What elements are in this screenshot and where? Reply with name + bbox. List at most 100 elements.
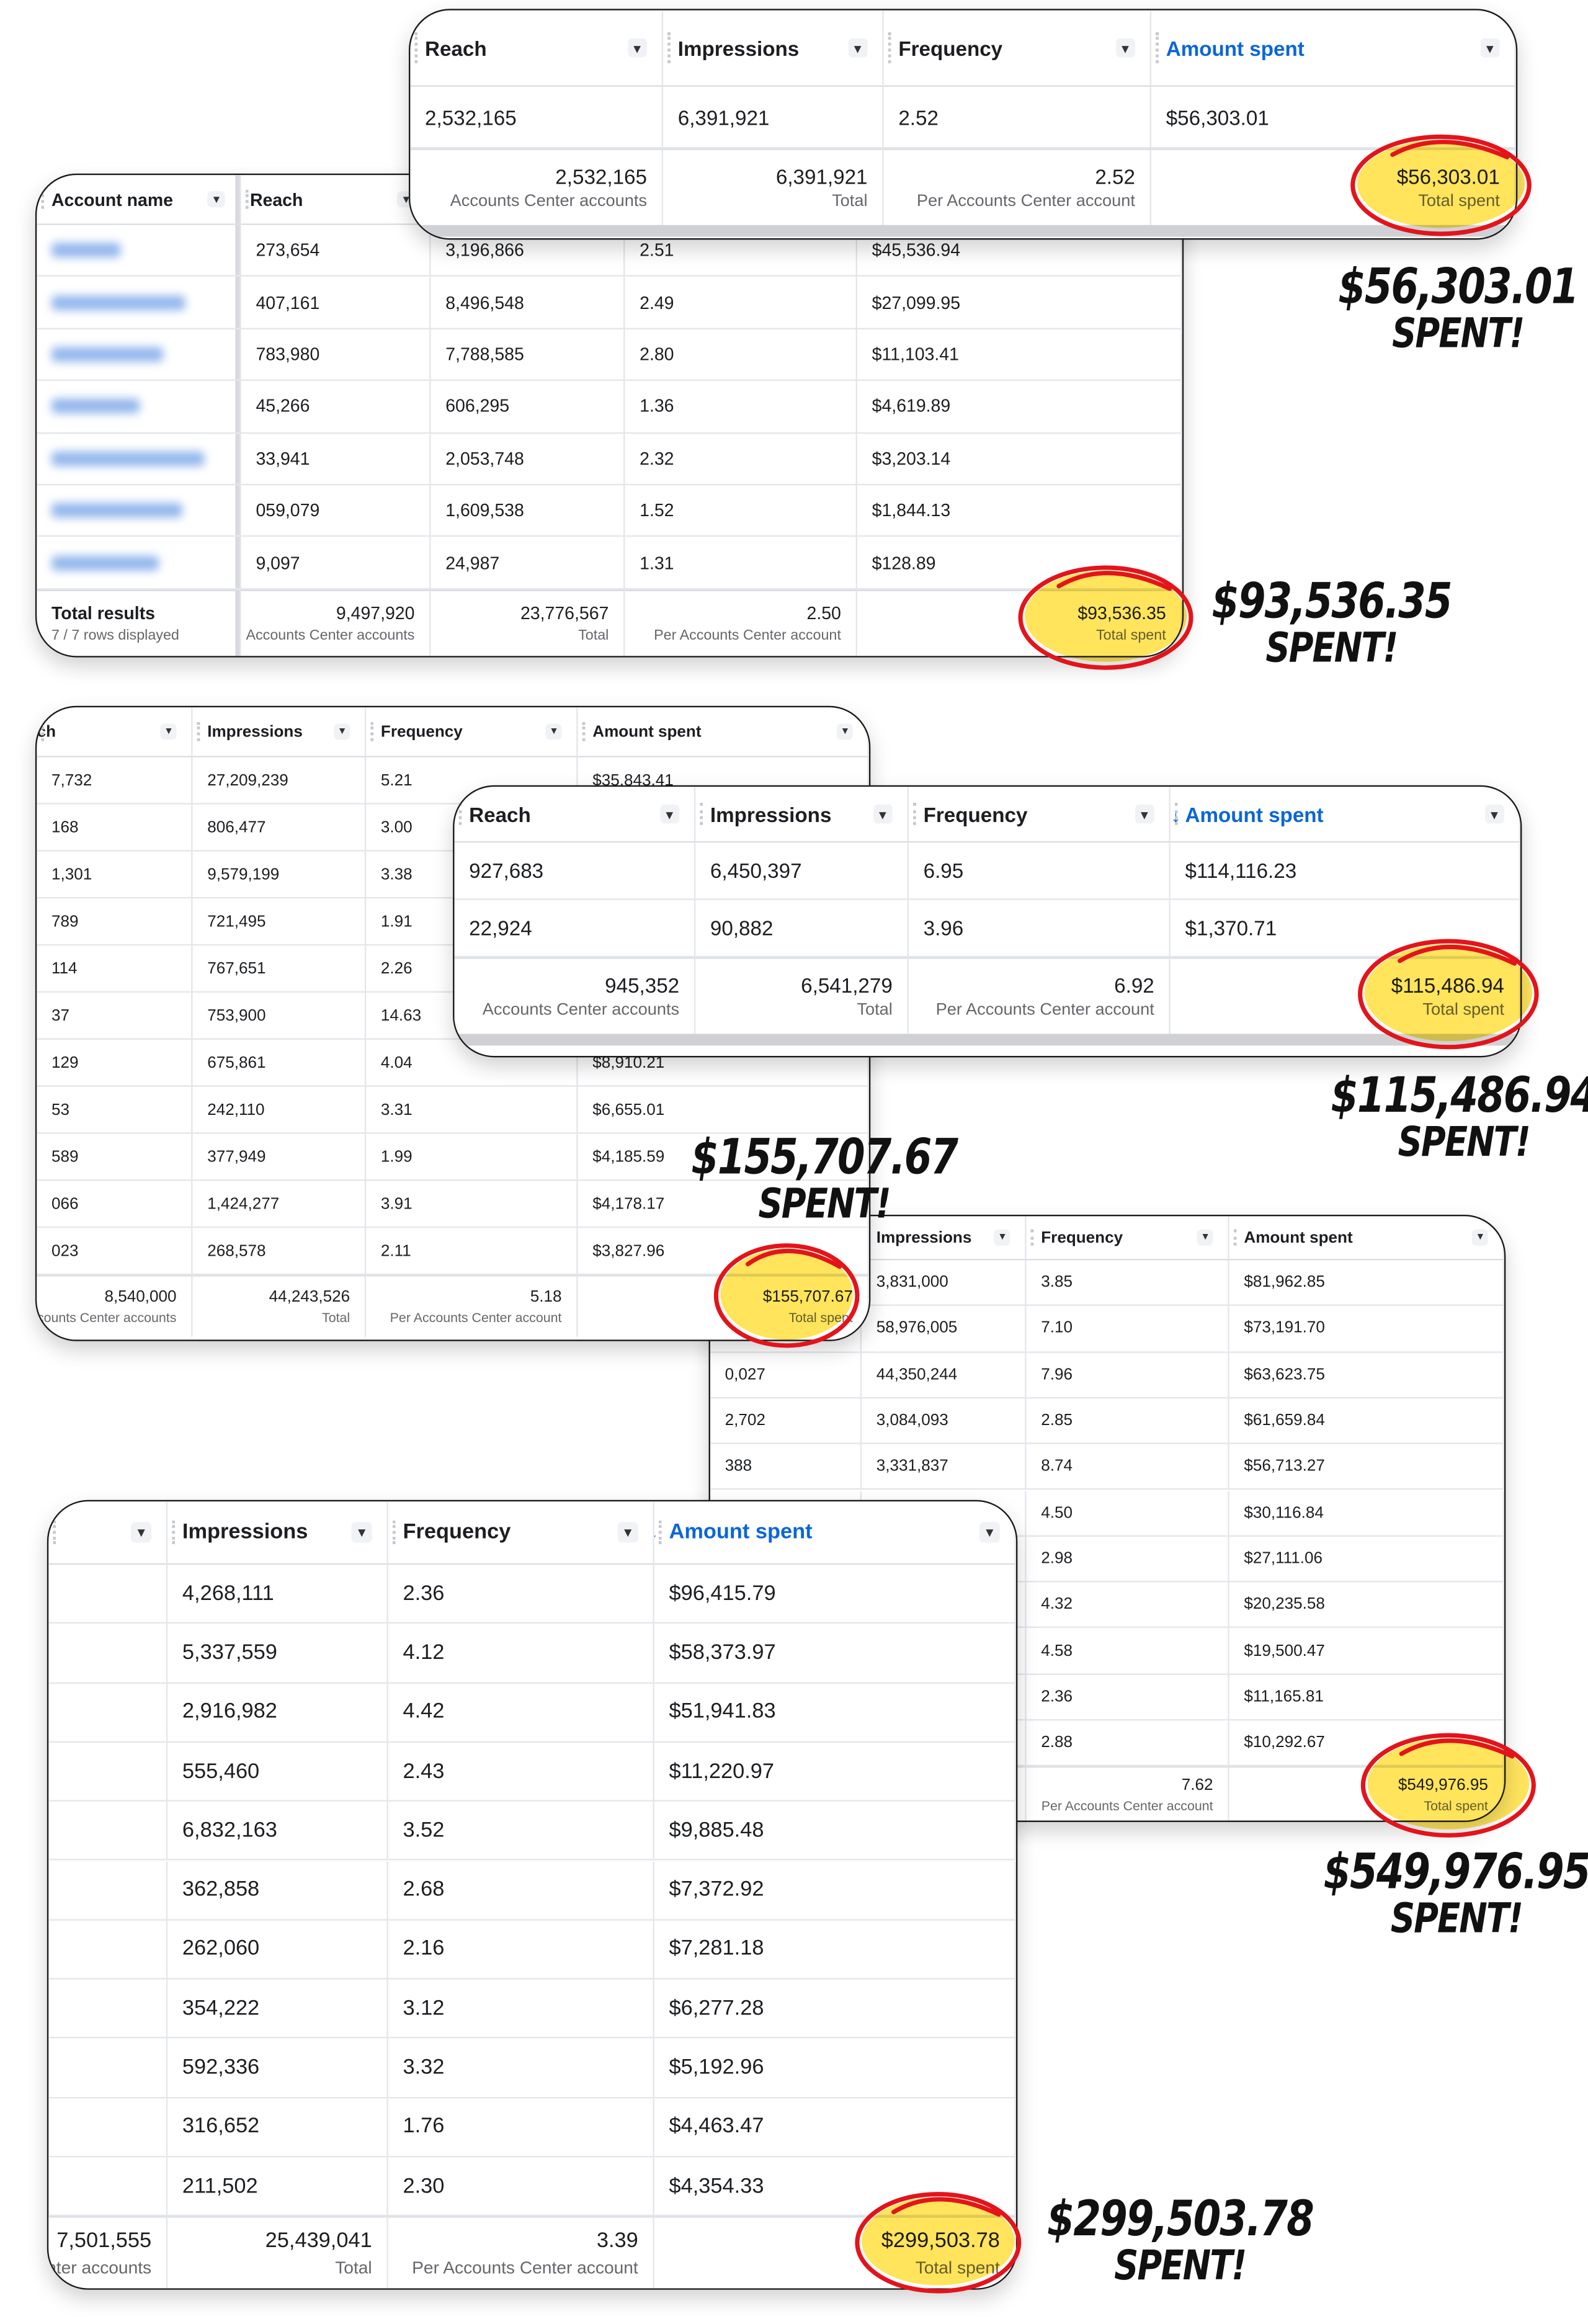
column-resize-handle[interactable]	[458, 803, 462, 825]
account-name-link-redacted[interactable]	[37, 381, 241, 434]
column-header[interactable]: Frequency ▼	[388, 1501, 654, 1565]
caret-down-icon[interactable]: ▼	[1134, 804, 1154, 824]
summary-value: $549,976.95	[1398, 1776, 1488, 1794]
table-cell: 1,301	[37, 851, 193, 899]
table-cell: 6.95	[908, 842, 1171, 900]
table-cell: $27,099.95	[857, 277, 1182, 329]
account-name-link-redacted[interactable]	[37, 433, 241, 486]
column-resize-handle[interactable]	[172, 1520, 176, 1545]
column-resize-handle[interactable]	[41, 189, 45, 209]
caret-down-icon[interactable]: ▼	[837, 723, 853, 740]
column-header[interactable]: Amount spent↓▼	[1170, 787, 1520, 843]
cell-value: 407,161	[256, 292, 320, 313]
cell-value: $1,844.13	[872, 500, 951, 521]
summary-cell: 2.52 Per Accounts Center account	[883, 148, 1152, 225]
account-name-link-redacted[interactable]	[37, 485, 241, 538]
column-resize-handle[interactable]	[245, 189, 249, 209]
column-header[interactable]: Frequency ▼	[1026, 1216, 1229, 1261]
caret-down-icon[interactable]: ▼	[131, 1522, 152, 1543]
table-cell: 2.16	[388, 1920, 654, 1980]
caret-down-icon[interactable]: ▼	[1479, 38, 1500, 58]
column-resize-handle[interactable]	[667, 32, 671, 63]
cell-value: 2.36	[1041, 1687, 1073, 1706]
column-resize-handle[interactable]	[700, 803, 703, 825]
column-resize-handle[interactable]	[658, 1520, 662, 1545]
caret-down-icon[interactable]: ▼	[1472, 1230, 1488, 1246]
column-resize-handle[interactable]	[1030, 1228, 1034, 1246]
column-resize-handle[interactable]	[41, 722, 45, 741]
column-header[interactable]: ▼	[48, 1501, 168, 1565]
cell-value: 5.21	[380, 771, 413, 789]
column-header-label: Frequency	[380, 723, 463, 741]
caret-down-icon[interactable]: ▼	[351, 1522, 372, 1543]
column-header[interactable]: Reach▼	[410, 10, 664, 87]
account-name-link-redacted[interactable]	[37, 537, 241, 590]
column-header[interactable]: Impressions ▼	[663, 10, 884, 87]
column-resize-handle[interactable]	[53, 1520, 56, 1545]
caret-down-icon[interactable]: ▼	[208, 190, 225, 208]
cell-value: $4,619.89	[872, 396, 951, 417]
cell-value: 168	[51, 818, 79, 836]
column-header[interactable]: Amount spent ▼	[578, 707, 869, 758]
cell-value: 2.32	[640, 448, 674, 469]
summary-label: Total	[578, 627, 609, 644]
caret-down-icon[interactable]: ▼	[979, 1522, 1000, 1543]
horizontal-scrollbar[interactable]	[410, 225, 1516, 237]
horizontal-scrollbar[interactable]	[454, 1034, 1520, 1046]
caret-down-icon[interactable]: ▼	[659, 804, 680, 824]
summary-cell: $56,303.01 Total spent	[1151, 148, 1516, 225]
cell-value: 6,391,921	[677, 105, 770, 129]
column-header[interactable]: Amount spent↓▼	[1151, 10, 1516, 87]
cell-value: 1,424,277	[207, 1194, 280, 1213]
column-resize-handle[interactable]	[582, 722, 586, 741]
cell-value: 2.88	[1041, 1734, 1073, 1752]
column-header[interactable]: Impressions ▼	[192, 707, 367, 758]
caret-down-icon[interactable]: ▼	[1115, 38, 1135, 58]
table-cell: $11,165.81	[1229, 1674, 1504, 1721]
account-name-link-redacted[interactable]	[37, 277, 241, 329]
caret-down-icon[interactable]: ▼	[994, 1230, 1010, 1246]
column-resize-handle[interactable]	[392, 1520, 396, 1545]
caret-down-icon[interactable]: ▼	[1197, 1230, 1213, 1246]
column-resize-handle[interactable]	[888, 32, 891, 63]
column-resize-handle[interactable]	[1174, 803, 1178, 825]
column-header[interactable]: Account name ▼	[37, 175, 241, 225]
caret-down-icon[interactable]: ▼	[1484, 804, 1504, 824]
column-resize-handle[interactable]	[1156, 32, 1159, 63]
caret-down-icon[interactable]: ▼	[872, 804, 893, 824]
caret-down-icon[interactable]: ▼	[334, 723, 350, 740]
account-name-link-redacted[interactable]	[37, 225, 241, 277]
column-header[interactable]: Amount spent↓▼	[654, 1501, 1016, 1565]
column-header-label: Account name	[51, 189, 173, 210]
column-header[interactable]: Reach▼	[37, 707, 193, 758]
collage: Account name▼Reach▼Impressions▼Frequency…	[0, 0, 1588, 2323]
column-resize-handle[interactable]	[414, 32, 418, 63]
table-cell: 4.32	[1026, 1582, 1229, 1629]
caret-down-icon[interactable]: ▼	[617, 1522, 638, 1543]
column-resize-handle[interactable]	[1233, 1228, 1237, 1246]
caret-down-icon[interactable]: ▼	[546, 723, 562, 740]
column-resize-handle[interactable]	[197, 722, 200, 741]
account-name-link-redacted[interactable]	[37, 329, 241, 382]
caret-down-icon[interactable]: ▼	[847, 38, 868, 58]
table-cell: 783,980	[241, 329, 431, 382]
column-header[interactable]: Frequency ▼	[366, 707, 578, 758]
column-resize-handle[interactable]	[913, 803, 916, 825]
cell-value: 22,924	[469, 916, 532, 940]
column-header[interactable]: Reach▼	[241, 175, 431, 225]
summary-value: 5.18	[530, 1288, 562, 1306]
column-header[interactable]: Reach▼	[454, 787, 696, 843]
column-header[interactable]: Impressions ▼	[167, 1501, 388, 1565]
table-cell: $11,103.41	[857, 329, 1182, 382]
column-resize-handle[interactable]	[370, 722, 374, 741]
table-cell: 45,266	[241, 381, 431, 434]
caret-down-icon[interactable]: ▼	[627, 38, 647, 58]
cell-value: 45,266	[256, 396, 310, 417]
column-header[interactable]: Frequency ▼	[908, 787, 1171, 843]
column-header[interactable]: Amount spent ▼	[1229, 1216, 1504, 1261]
column-header[interactable]: Impressions ▼	[695, 787, 909, 843]
table-cell: $6,655.01	[578, 1086, 869, 1134]
column-header[interactable]: Frequency ▼	[883, 10, 1152, 87]
caret-down-icon[interactable]: ▼	[161, 723, 177, 740]
table-cell: 6,450,397	[695, 842, 909, 900]
